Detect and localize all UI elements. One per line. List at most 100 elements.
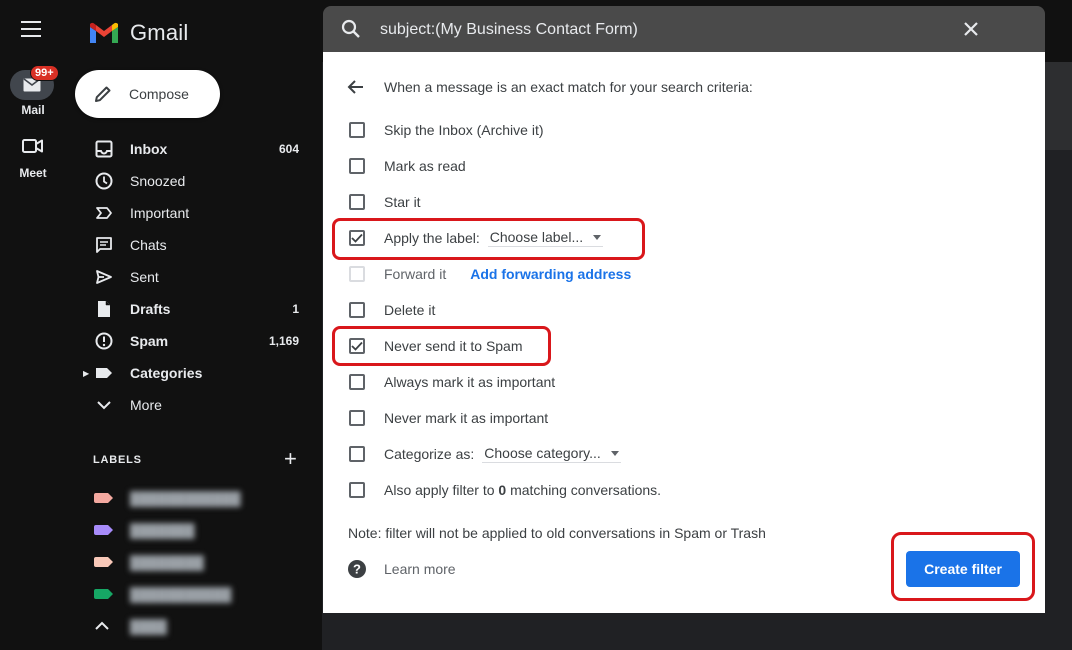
label-tag-icon: [94, 525, 113, 535]
highlight-never-spam: [332, 326, 551, 366]
label-item[interactable]: ███████: [94, 522, 194, 538]
search-bar[interactable]: subject:(My Business Contact Form): [323, 6, 1045, 52]
dropdown-arrow-icon: [610, 450, 619, 456]
main-content-background: [1044, 62, 1072, 150]
label-item[interactable]: ████: [94, 618, 167, 634]
gmail-logo[interactable]: Gmail: [88, 20, 188, 46]
gmail-m-icon: [90, 22, 118, 43]
option-label: Never mark it as important: [384, 410, 549, 426]
meet-app-label[interactable]: Meet: [0, 166, 66, 180]
chevron-down-icon: [94, 395, 114, 415]
nav-item-label: Categories: [130, 365, 203, 381]
nav-item-label: Chats: [130, 237, 167, 253]
add-label-icon[interactable]: +: [284, 448, 297, 470]
forward-checkbox: [349, 266, 365, 282]
nav-item-sent[interactable]: Sent: [66, 261, 322, 293]
star-checkbox[interactable]: [349, 194, 365, 210]
nav-item-label: Important: [130, 205, 190, 221]
filter-note: Note: filter will not be applied to old …: [348, 525, 766, 541]
inbox-icon: [94, 139, 114, 159]
label-tag-icon: [94, 589, 113, 599]
label-tag-icon: [94, 493, 113, 503]
option-never-important[interactable]: Never mark it as important: [349, 408, 548, 428]
gmail-logo-text: Gmail: [130, 20, 189, 45]
option-forward[interactable]: Forward it Add forwarding address: [349, 264, 631, 284]
criteria-heading: When a message is an exact match for you…: [384, 79, 753, 95]
sidebar: Gmail Compose Inbox 604 Snoozed Importan…: [66, 0, 322, 650]
label-name-redacted: ███████: [130, 522, 195, 538]
option-label: Mark as read: [384, 158, 466, 174]
help-icon[interactable]: ?: [347, 559, 367, 584]
option-delete[interactable]: Delete it: [349, 300, 435, 320]
nav-item-label: Sent: [130, 269, 159, 285]
nav-item-count: 1,169: [268, 334, 299, 348]
send-icon: [94, 267, 114, 287]
always-important-checkbox[interactable]: [349, 374, 365, 390]
category-select[interactable]: Choose category...: [482, 445, 621, 463]
back-arrow-icon[interactable]: [347, 79, 365, 100]
nav-item-label: Spam: [130, 333, 169, 349]
nav-item-spam[interactable]: Spam 1,169: [66, 325, 322, 357]
clock-icon: [94, 171, 114, 191]
skip-inbox-checkbox[interactable]: [349, 122, 365, 138]
nav-item-more[interactable]: More: [66, 389, 322, 421]
learn-more-link[interactable]: Learn more: [384, 561, 456, 577]
search-icon[interactable]: [341, 19, 361, 44]
nav-item-label: Drafts: [130, 301, 171, 317]
highlight-create-filter: [891, 532, 1035, 601]
add-forwarding-address-link[interactable]: Add forwarding address: [470, 266, 631, 282]
nav-item-inbox[interactable]: Inbox 604: [66, 133, 322, 165]
also-apply-prefix: Also apply filter to: [384, 482, 499, 498]
nav-item-important[interactable]: Important: [66, 197, 322, 229]
close-icon[interactable]: [961, 19, 981, 44]
mail-app-label[interactable]: Mail: [0, 103, 66, 117]
label-tag-icon: [94, 557, 113, 567]
label-item[interactable]: ████████████: [94, 490, 241, 506]
label-name-redacted: ████████████: [130, 490, 241, 506]
meet-app-button[interactable]: [22, 138, 44, 159]
nav-item-categories[interactable]: ▶ Categories: [66, 357, 322, 389]
nav-item-drafts[interactable]: Drafts 1: [66, 293, 322, 325]
option-skip-inbox[interactable]: Skip the Inbox (Archive it): [349, 120, 544, 140]
app-rail: 99+ Mail Meet: [0, 0, 66, 650]
option-label: Also apply filter to 0 matching conversa…: [384, 482, 661, 498]
label-name-redacted: ████████: [130, 554, 204, 570]
option-also-apply[interactable]: Also apply filter to 0 matching conversa…: [349, 480, 661, 500]
option-label: Delete it: [384, 302, 436, 318]
label-item[interactable]: ███████████: [94, 586, 231, 602]
search-input[interactable]: subject:(My Business Contact Form): [380, 21, 638, 39]
nav-item-label: Inbox: [130, 141, 168, 157]
nav-item-count: 604: [278, 142, 299, 156]
label-icon: [94, 363, 114, 383]
labels-heading: LABELS: [93, 454, 142, 466]
option-star[interactable]: Star it: [349, 192, 421, 212]
spam-icon: [94, 331, 114, 351]
folder-nav: Inbox 604 Snoozed Important Chats Sent D…: [66, 133, 322, 421]
option-categorize[interactable]: Categorize as: Choose category...: [349, 444, 621, 464]
svg-text:?: ?: [353, 562, 361, 577]
also-apply-suffix: matching conversations.: [506, 482, 662, 498]
chat-icon: [94, 235, 114, 255]
option-label: Skip the Inbox (Archive it): [384, 122, 544, 138]
option-label: Forward it: [384, 266, 447, 282]
option-label: Star it: [384, 194, 421, 210]
mark-read-checkbox[interactable]: [349, 158, 365, 174]
compose-button[interactable]: Compose: [75, 70, 220, 118]
never-important-checkbox[interactable]: [349, 410, 365, 426]
highlight-apply-label: [332, 218, 645, 260]
categorize-checkbox[interactable]: [349, 446, 365, 462]
label-name-redacted: ███████████: [130, 586, 232, 602]
label-name-redacted: ████: [130, 618, 167, 634]
option-always-important[interactable]: Always mark it as important: [349, 372, 555, 392]
option-label: Categorize as:: [384, 446, 475, 462]
chevron-up-icon: [95, 621, 109, 630]
nav-item-snoozed[interactable]: Snoozed: [66, 165, 322, 197]
nav-item-chats[interactable]: Chats: [66, 229, 322, 261]
option-mark-read[interactable]: Mark as read: [349, 156, 466, 176]
option-label: Always mark it as important: [384, 374, 556, 390]
label-item[interactable]: ████████: [94, 554, 204, 570]
delete-checkbox[interactable]: [349, 302, 365, 318]
expand-arrow-icon[interactable]: ▶: [83, 369, 89, 378]
main-menu-icon[interactable]: [21, 21, 41, 37]
also-apply-checkbox[interactable]: [349, 482, 365, 498]
